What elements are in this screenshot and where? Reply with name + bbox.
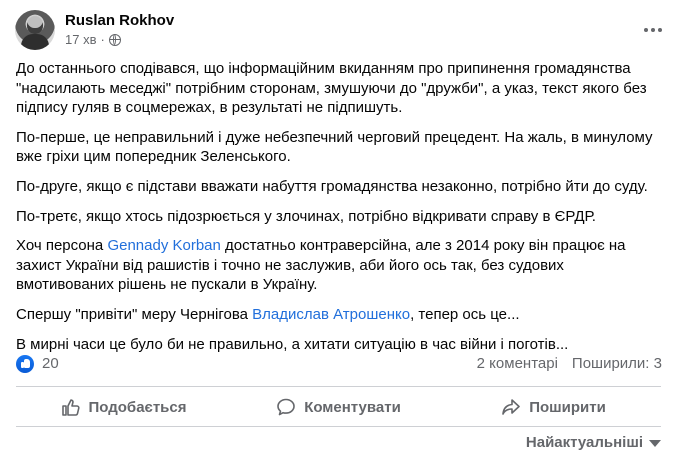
- share-label: Поширити: [529, 398, 606, 416]
- paragraph-text: В мирні часи це було би не правильно, а …: [16, 335, 569, 353]
- post-paragraph: Хоч персона Gennady Korban достатньо кон…: [16, 236, 664, 295]
- profile-link[interactable]: Gennady Korban: [107, 237, 220, 254]
- paragraph-text: Спершу "привіти" меру Чернігова: [16, 305, 253, 323]
- engagement-counts: 2 коментарі Поширили: 3: [477, 355, 662, 372]
- sort-label: Найактуальніші: [525, 434, 643, 451]
- paragraph-text: До останнього сподівався, що інформаційн…: [16, 60, 647, 117]
- action-bar: Подобається Коментувати Поширити: [16, 390, 661, 424]
- globe-icon[interactable]: [108, 33, 121, 46]
- post-meta: 17 хв ·: [65, 32, 121, 47]
- comment-sort-dropdown[interactable]: Найактуальніші: [526, 434, 661, 451]
- like-reaction-icon[interactable]: [16, 355, 34, 373]
- like-button[interactable]: Подобається: [16, 390, 231, 424]
- profile-link[interactable]: Владислав Атрошенко: [252, 306, 410, 323]
- thumbs-up-icon: [61, 399, 80, 416]
- paragraph-text: По-третє, якщо хтось підозрюється у злоч…: [16, 207, 596, 225]
- share-arrow-icon: [502, 399, 520, 415]
- paragraph-text: По-перше, це неправильний і дуже небезпе…: [16, 128, 653, 166]
- post-paragraph: Спершу "привіти" меру Чернігова Владисла…: [16, 305, 664, 325]
- chevron-down-icon: [649, 440, 661, 447]
- post-time[interactable]: 17 хв: [65, 32, 96, 47]
- reaction-bar: 20 2 коментарі Поширили: 3: [16, 354, 662, 374]
- post-header: Ruslan Rokhov 17 хв ·: [15, 10, 665, 50]
- comment-count[interactable]: 2 коментарі: [477, 355, 558, 372]
- avatar-body: [21, 34, 49, 50]
- avatar[interactable]: [15, 10, 55, 50]
- reaction-count[interactable]: 20: [42, 355, 59, 372]
- more-options-icon[interactable]: [641, 18, 665, 42]
- avatar-face: [27, 16, 43, 34]
- comment-button[interactable]: Коментувати: [231, 390, 446, 424]
- divider-top: [16, 386, 661, 387]
- paragraph-text: Хоч персона: [16, 237, 108, 255]
- post-paragraph: В мирні часи це було би не правильно, а …: [16, 335, 664, 355]
- share-count[interactable]: Поширили: 3: [572, 355, 662, 372]
- divider-bottom: [16, 426, 661, 427]
- like-label: Подобається: [88, 398, 187, 416]
- author-name[interactable]: Ruslan Rokhov: [65, 12, 174, 29]
- share-button[interactable]: Поширити: [446, 390, 661, 424]
- paragraph-text: , тепер ось це...: [410, 305, 520, 323]
- post-paragraph: По-друге, якщо є підстави вважати набутт…: [16, 177, 664, 197]
- comment-label: Коментувати: [304, 398, 401, 416]
- comment-bubble-icon: [277, 398, 295, 416]
- post-content: До останнього сподівався, що інформаційн…: [16, 59, 664, 364]
- separator-dot: ·: [100, 32, 105, 47]
- post-paragraph: По-третє, якщо хтось підозрюється у злоч…: [16, 207, 664, 227]
- paragraph-text: По-друге, якщо є підстави вважати набутт…: [16, 177, 648, 195]
- post-paragraph: По-перше, це неправильний і дуже небезпе…: [16, 128, 664, 167]
- post-paragraph: До останнього сподівався, що інформаційн…: [16, 59, 664, 118]
